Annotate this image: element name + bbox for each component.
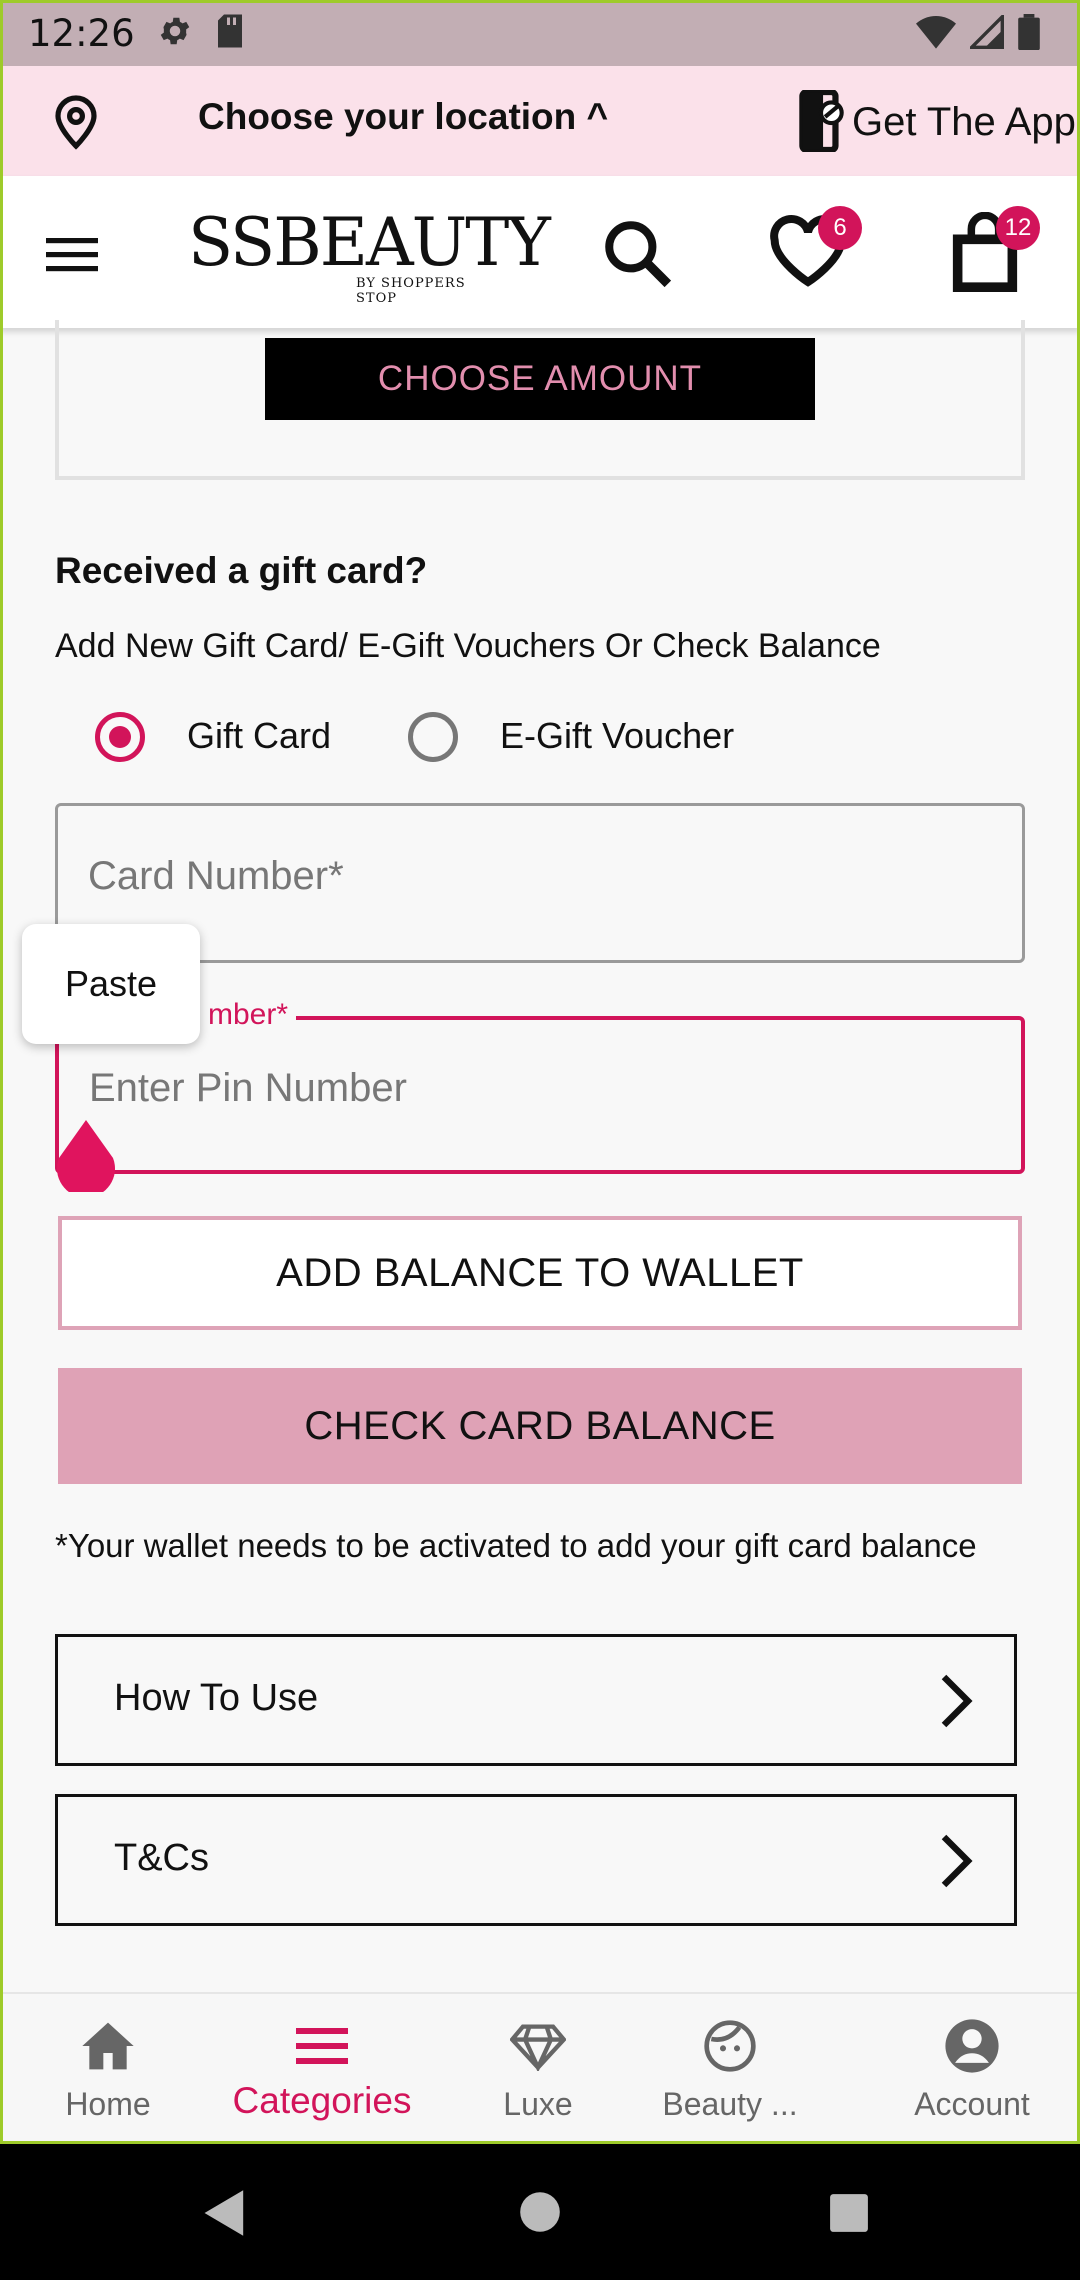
how-to-use-accordion[interactable]: How To Use [55,1634,1017,1766]
choose-amount-button[interactable]: CHOOSE AMOUNT [265,338,815,420]
e-gift-voucher-radio-label[interactable]: E-Gift Voucher [500,715,734,757]
nav-account-label: Account [914,2086,1030,2122]
account-icon [872,2016,1072,2076]
gift-card-subtitle: Add New Gift Card/ E-Gift Vouchers Or Ch… [55,627,881,665]
card-number-input[interactable] [88,854,988,899]
cart-count-badge: 12 [996,206,1040,250]
nav-beauty-label: Beauty ... [662,2086,798,2122]
wifi-icon [916,15,956,54]
location-pin-icon[interactable] [52,94,100,155]
nav-beauty[interactable]: Beauty ... [630,2016,830,2123]
nav-home-label: Home [65,2086,151,2122]
add-balance-to-wallet-button[interactable]: ADD BALANCE TO WALLET [58,1216,1022,1330]
pin-number-field[interactable] [55,1016,1025,1174]
status-time: 12:26 [28,11,135,55]
settings-gear-icon [157,13,193,54]
search-icon[interactable] [600,216,674,295]
chevron-right-icon [938,1673,974,1734]
choose-location-link[interactable]: Choose your location ^ [198,96,608,138]
wallet-activation-note: *Your wallet needs to be activated to ad… [55,1527,977,1564]
home-icon [8,2016,208,2076]
card-number-field[interactable] [55,803,1025,963]
text-cursor-handle-icon[interactable] [55,1120,117,1198]
wishlist-count-badge: 6 [818,206,862,250]
nav-categories[interactable]: Categories [222,2016,422,2122]
signal-icon [967,12,1004,54]
nav-categories-label: Categories [232,2080,412,2121]
sd-card-icon [215,13,245,54]
gift-card-radio-label[interactable]: Gift Card [187,715,331,757]
pin-number-input[interactable] [89,1066,989,1111]
chevron-right-icon [938,1833,974,1894]
gift-card-title: Received a gift card? [55,550,428,591]
face-icon [630,2016,830,2076]
paste-context-menu[interactable]: Paste [22,924,200,1044]
pin-number-floating-label: mber* [200,998,297,1032]
get-app-phone-icon[interactable] [798,88,844,157]
terms-label: T&Cs [114,1837,209,1879]
back-triangle-icon[interactable] [202,2188,248,2243]
status-bar: 12:26 [0,0,1080,66]
terms-accordion[interactable]: T&Cs [55,1794,1017,1926]
how-to-use-label: How To Use [114,1677,319,1719]
recents-square-icon[interactable] [828,2192,870,2239]
get-the-app-link[interactable]: Get The App [852,100,1076,145]
logo-sub-text: BY SHOPPERS STOP [356,276,466,306]
logo-main-text: SSBEAUTY [188,204,551,281]
battery-icon [1018,14,1040,55]
gift-card-radio[interactable] [95,712,145,762]
ssbeauty-logo[interactable]: SSBEAUTY BY SHOPPERS STOP [188,204,551,307]
e-gift-voucher-radio[interactable] [408,712,458,762]
nav-luxe-label: Luxe [503,2086,573,2122]
diamond-icon [438,2016,638,2076]
hamburger-menu-icon[interactable] [46,234,98,279]
check-card-balance-button[interactable]: CHECK CARD BALANCE [58,1368,1022,1484]
home-circle-icon[interactable] [518,2190,562,2239]
nav-home[interactable]: Home [8,2016,208,2123]
nav-account[interactable]: Account [872,2016,1072,2123]
menu-icon [222,2016,422,2076]
nav-luxe[interactable]: Luxe [438,2016,638,2123]
